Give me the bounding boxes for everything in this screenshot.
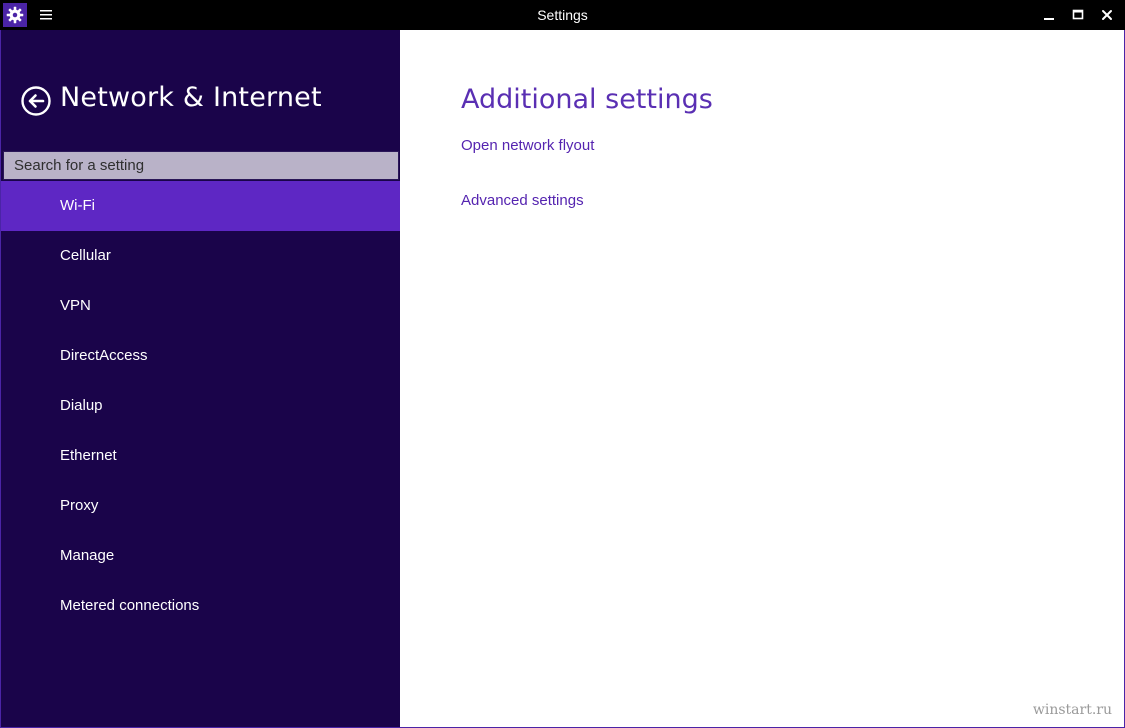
back-arrow-icon — [21, 86, 51, 116]
sidebar-item-dialup[interactable]: Dialup — [1, 381, 400, 431]
minimize-icon — [1044, 18, 1054, 20]
sidebar-item-directaccess[interactable]: DirectAccess — [1, 331, 400, 381]
sidebar-item-ethernet[interactable]: Ethernet — [1, 431, 400, 481]
advanced-settings-link[interactable]: Advanced settings — [461, 192, 584, 209]
sidebar-item-cellular[interactable]: Cellular — [1, 231, 400, 281]
main-content: Additional settings Open network flyout … — [401, 30, 1124, 727]
watermark: winstart.ru — [1032, 702, 1112, 718]
minimize-button[interactable] — [1034, 0, 1064, 30]
window-title: Settings — [537, 7, 588, 23]
sidebar-item-proxy[interactable]: Proxy — [1, 481, 400, 531]
title-bar: Settings — [0, 0, 1125, 30]
gear-icon[interactable] — [3, 3, 27, 27]
settings-nav: Wi-Fi Cellular VPN DirectAccess Dialup E… — [1, 181, 400, 631]
maximize-icon — [1072, 9, 1084, 20]
section-title: Network & Internet — [60, 82, 322, 113]
open-network-flyout-link[interactable]: Open network flyout — [461, 137, 594, 154]
sidebar-item-vpn[interactable]: VPN — [1, 281, 400, 331]
sidebar-item-metered-connections[interactable]: Metered connections — [1, 581, 400, 631]
sidebar-item-manage[interactable]: Manage — [1, 531, 400, 581]
page-title: Additional settings — [461, 84, 713, 115]
close-button[interactable] — [1092, 0, 1122, 30]
sidebar: Network & Internet Wi-Fi Cellular VPN Di… — [1, 30, 400, 727]
search-input[interactable] — [3, 151, 399, 180]
hamburger-icon[interactable] — [38, 7, 54, 23]
sidebar-item-wifi[interactable]: Wi-Fi — [1, 181, 400, 231]
close-icon — [1102, 10, 1112, 20]
maximize-button[interactable] — [1063, 0, 1093, 30]
back-button[interactable] — [21, 86, 51, 116]
